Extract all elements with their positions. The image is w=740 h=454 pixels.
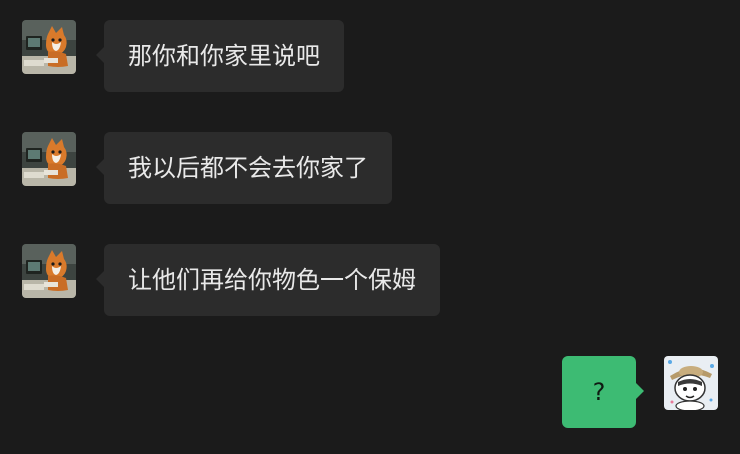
contact-avatar[interactable] [22, 132, 76, 186]
message-row-incoming: 我以后都不会去你家了 [22, 132, 392, 204]
message-row-incoming: 那你和你家里说吧 [22, 20, 344, 92]
contact-avatar[interactable] [22, 20, 76, 74]
message-text: 那你和你家里说吧 [128, 42, 320, 70]
message-bubble[interactable]: 那你和你家里说吧 [96, 20, 344, 92]
message-row-incoming: 让他们再给你物色一个保姆 [22, 244, 440, 316]
cat-at-computer-avatar-icon [22, 132, 76, 186]
cat-at-computer-avatar-icon [22, 20, 76, 74]
cartoon-character-with-hat-avatar-icon [664, 356, 718, 410]
self-avatar[interactable] [664, 356, 718, 410]
chat-window: 那你和你家里说吧 我以后都不会去你家了 让他们再给你物色一个保姆 ? [0, 0, 740, 454]
message-bubble[interactable]: 让他们再给你物色一个保姆 [96, 244, 440, 316]
contact-avatar[interactable] [22, 244, 76, 298]
message-row-outgoing: ? [562, 356, 718, 428]
message-text: 我以后都不会去你家了 [128, 154, 368, 182]
message-bubble[interactable]: ? [562, 356, 644, 428]
message-text: 让他们再给你物色一个保姆 [128, 266, 416, 294]
message-text: ? [592, 378, 606, 406]
cat-at-computer-avatar-icon [22, 244, 76, 298]
message-bubble[interactable]: 我以后都不会去你家了 [96, 132, 392, 204]
